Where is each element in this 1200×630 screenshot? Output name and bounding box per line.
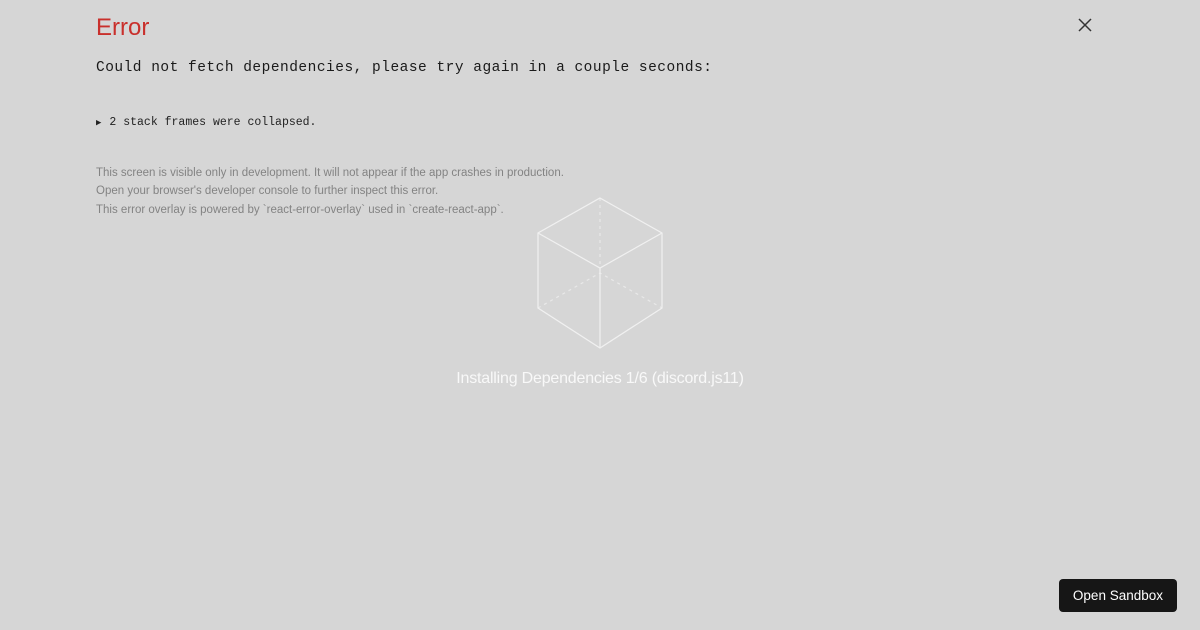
help-line: This screen is visible only in developme…	[96, 165, 1104, 182]
loading-status-text: Installing Dependencies 1/6 (discord.js1…	[456, 370, 743, 388]
help-text-block: This screen is visible only in developme…	[96, 165, 1104, 219]
stack-frames-toggle[interactable]: ▶ 2 stack frames were collapsed.	[96, 116, 1104, 129]
error-message: Could not fetch dependencies, please try…	[96, 60, 1104, 76]
close-button[interactable]	[1078, 18, 1094, 34]
close-icon	[1078, 19, 1092, 36]
collapsed-frames-label: 2 stack frames were collapsed.	[109, 116, 316, 129]
error-title: Error	[96, 14, 1104, 42]
help-line: Open your browser's developer console to…	[96, 183, 1104, 200]
disclosure-triangle-icon: ▶	[96, 118, 101, 128]
open-sandbox-button[interactable]: Open Sandbox	[1059, 579, 1177, 612]
error-overlay: Error Could not fetch dependencies, plea…	[0, 0, 1200, 220]
help-line: This error overlay is powered by `react-…	[96, 202, 1104, 219]
